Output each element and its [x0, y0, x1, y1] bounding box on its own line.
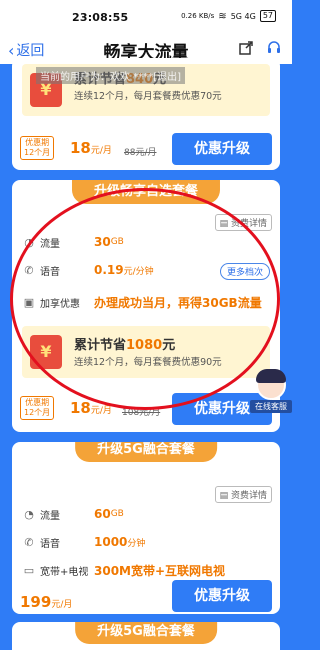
- plan-row-data: ◔ 流量 60 GB: [22, 504, 270, 524]
- red-envelope-icon: ¥: [30, 335, 62, 369]
- battery-icon: 57: [259, 10, 276, 22]
- upgrade-button[interactable]: 优惠升级: [172, 580, 272, 612]
- price: 199元/月: [20, 593, 73, 611]
- saving-box: ¥ 累计节省1080元 连续12个月，每月套餐费优惠90元: [22, 326, 270, 378]
- saving-title: 累计节省1080元: [74, 338, 176, 353]
- plan-card-3: 升级5G融合套餐 ▤ 资费详情 ◔ 流量 60 GB ✆ 语音 1000 分钟 ▭ …: [12, 442, 280, 614]
- discount-period-badge: 优惠期 12个月: [20, 396, 55, 420]
- upgrade-button[interactable]: 优惠升级: [172, 133, 272, 165]
- plan-row-data: ◔ 流量 30 GB: [22, 232, 270, 252]
- price: 18元/月: [70, 399, 112, 417]
- status-bar: 23:08:55 0.26 KB/s ≋ 5G 4G 57: [0, 0, 292, 34]
- tv-icon: ▭: [23, 563, 35, 577]
- voice-icon: ✆: [24, 535, 34, 549]
- data-icon: ◔: [24, 507, 34, 521]
- agent-avatar-icon: [256, 369, 286, 400]
- wifi-icon: ≋: [218, 10, 227, 22]
- voice-icon: ✆: [24, 263, 34, 277]
- more-tiers-button[interactable]: 更多档次: [219, 263, 270, 280]
- status-icons: 0.26 KB/s ≋ 5G 4G 57: [181, 10, 276, 22]
- detail-button[interactable]: ▤ 资费详情: [214, 486, 272, 503]
- headset-icon[interactable]: [266, 40, 282, 56]
- plan-row-bonus: ▣ 加享优惠 办理成功当月，再得30GB流量: [23, 295, 262, 310]
- price: 18元/月: [70, 139, 112, 157]
- online-service-label: 在线客服: [250, 400, 292, 413]
- doc-icon: ▤: [219, 491, 229, 501]
- card-banner: 升级5G融合套餐: [75, 442, 217, 462]
- saving-subtitle: 连续12个月，每月套餐费优惠90元: [74, 357, 222, 368]
- saving-subtitle: 连续12个月，每月套餐费优惠70元: [74, 91, 222, 102]
- card-footer: 199元/月 优惠升级: [12, 576, 280, 614]
- card-banner: 升级5G融合套餐: [75, 622, 217, 644]
- signal-icon: 5G 4G: [230, 11, 256, 21]
- original-price: 108元/月: [122, 408, 161, 418]
- clock: 23:08:55: [72, 11, 129, 24]
- gift-icon: ▣: [23, 295, 35, 309]
- plan-card-4: 升级5G融合套餐: [12, 622, 280, 650]
- original-price: 88元/月: [124, 148, 157, 158]
- plan-card-2: 升级畅享自选套餐 ▤ 资费详情 ◔ 流量 30 GB ✆ 语音 0.19 元/分钟 …: [12, 180, 280, 432]
- network-speed: 0.26 KB/s: [181, 12, 215, 20]
- data-icon: ◔: [24, 235, 34, 249]
- plan-row-voice: ✆ 语音 1000 分钟: [22, 532, 270, 552]
- user-overlay-text: 当前的用户为：欢欢 ****[退出]: [36, 67, 185, 84]
- card-footer: 优惠期 12个月 18元/月 108元/月 优惠升级: [12, 388, 280, 430]
- detail-button[interactable]: ▤ 资费详情: [214, 214, 272, 231]
- discount-period-badge: 优惠期 12个月: [20, 136, 55, 160]
- card-banner: 升级畅享自选套餐: [71, 180, 221, 204]
- doc-icon: ▤: [219, 219, 229, 229]
- nav-actions: [238, 40, 282, 56]
- share-icon[interactable]: [238, 40, 254, 56]
- online-service-button[interactable]: 在线客服: [250, 369, 292, 413]
- card-footer: 优惠期 12个月 18元/月 88元/月 优惠升级: [12, 128, 280, 170]
